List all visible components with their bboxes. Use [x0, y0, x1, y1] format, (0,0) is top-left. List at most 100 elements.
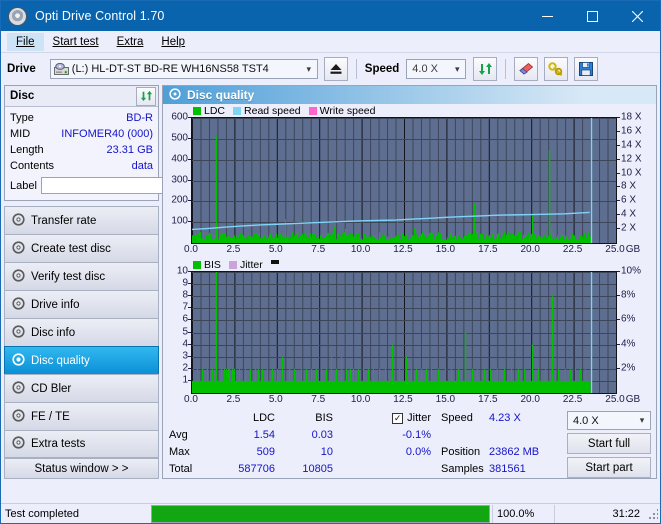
erase-button[interactable]: [514, 57, 538, 81]
status-window-button[interactable]: Status window > >: [4, 458, 159, 479]
disc-row-contents: Contents data: [10, 158, 153, 174]
jitter-checkbox[interactable]: ✓: [392, 413, 403, 424]
speed-select[interactable]: 4.0 X ▾: [406, 59, 466, 79]
sidebar-item-drive-info[interactable]: Drive info: [4, 290, 159, 318]
disc-length-value: 23.31 GB: [107, 144, 153, 156]
sidebar-item-label: Extra tests: [31, 438, 85, 450]
position-value: 23862 MB: [489, 445, 559, 460]
disc-label-key: Label: [10, 180, 37, 192]
y-tick-label: 500: [171, 132, 188, 143]
sidebar-item-disc-info[interactable]: Disc info: [4, 318, 159, 346]
disc-icon: [12, 409, 25, 425]
y-tick-label: 400: [171, 153, 188, 164]
jitter-max-value: 0.0%: [347, 445, 431, 460]
drive-value: (L:) HL-DT-ST BD-RE WH16NS58 TST4: [72, 63, 269, 75]
sidebar-item-disc-quality[interactable]: Disc quality: [4, 346, 159, 374]
maximize-button[interactable]: [570, 1, 615, 31]
disc-icon: [12, 325, 25, 341]
sidebar-item-create-test-disc[interactable]: Create test disc: [4, 234, 159, 262]
x-tick-label: 2.5: [226, 244, 240, 255]
disc-panel-title: Disc: [10, 90, 34, 102]
disc-icon: [12, 381, 25, 397]
legend-swatch-write-speed: [309, 107, 317, 115]
x-tick-label: 20.0: [520, 394, 539, 405]
y-tick-label: 300: [171, 174, 188, 185]
chevron-down-icon: ▾: [634, 415, 650, 426]
drive-toolbar: Drive (L:) HL-DT-ST BD-RE WH16NS58 TST4 …: [1, 53, 660, 85]
x-tick-label: 0.0: [184, 394, 198, 405]
elapsed-time: 31:22: [554, 505, 644, 523]
x-tick-label: 20.0: [520, 244, 539, 255]
x-tick-label: 7.5: [311, 244, 325, 255]
sidebar-item-extra-tests[interactable]: Extra tests: [4, 430, 159, 458]
drive-select[interactable]: (L:) HL-DT-ST BD-RE WH16NS58 TST4 ▾: [50, 59, 318, 79]
refresh-button[interactable]: [473, 57, 497, 81]
start-full-button[interactable]: Start full: [567, 433, 651, 454]
x-tick-label: 25.0: [605, 394, 624, 405]
ldc-chart-legend: LDC Read speed Write speed: [163, 104, 656, 117]
x-tick-label: 7.5: [311, 394, 325, 405]
close-button[interactable]: [615, 1, 660, 31]
action-column: 4.0 X ▾ Start full Start part: [567, 411, 651, 478]
disc-row-length: Length 23.31 GB: [10, 142, 153, 158]
x-tick-label: 15.0: [436, 394, 455, 405]
progress-percent: 100.0%: [492, 505, 554, 523]
stats-header-ldc: LDC: [213, 411, 275, 426]
x-tick-label: 15.0: [436, 244, 455, 255]
progress-bar: [151, 505, 490, 523]
sidebar-item-cd-bler[interactable]: CD Bler: [4, 374, 159, 402]
window-title: Opti Drive Control 1.70: [35, 9, 525, 23]
eject-button[interactable]: [324, 57, 348, 81]
disc-mid-key: MID: [10, 128, 30, 140]
menu-item-start-test[interactable]: Start test: [44, 33, 108, 51]
stats-total-ldc: 587706: [213, 462, 275, 477]
legend-label-write-speed: Write speed: [320, 105, 376, 117]
sidebar-item-verify-test-disc[interactable]: Verify test disc: [4, 262, 159, 290]
legend-label-jitter: Jitter: [240, 259, 263, 271]
menu-bar: File Start test Extra Help: [1, 31, 660, 53]
drive-icon: [54, 63, 69, 76]
legend-swatch-ldc: [193, 107, 201, 115]
sidebar-item-label: Transfer rate: [31, 215, 96, 227]
status-text: Test completed: [1, 505, 149, 523]
speed-label: Speed: [365, 63, 400, 75]
legend-swatch-jitter: [229, 261, 237, 269]
ldc-y2-axis: 2 X4 X6 X8 X10 X12 X14 X16 X18 X: [617, 117, 646, 244]
sidebar-nav: Transfer rate Create test disc Verify te…: [4, 206, 159, 458]
menu-item-file[interactable]: File: [7, 33, 44, 51]
minimize-button[interactable]: [525, 1, 570, 31]
status-window-label: Status window > >: [35, 463, 129, 475]
disc-type-value: BD-R: [126, 112, 153, 124]
jitter-marker-icon: [271, 260, 279, 264]
start-part-button[interactable]: Start part: [567, 457, 651, 478]
menu-item-help[interactable]: Help: [152, 33, 194, 51]
progress-bar-fill: [152, 506, 489, 522]
x-tick-label: 10.0: [351, 394, 370, 405]
menu-item-help-label: Help: [161, 36, 185, 48]
y2-tick-label: 16 X: [621, 125, 642, 136]
resize-grip-icon[interactable]: [646, 508, 658, 520]
save-button[interactable]: [574, 57, 598, 81]
disc-contents-key: Contents: [10, 160, 54, 172]
stats-row-label-max: Max: [169, 445, 213, 460]
test-speed-select[interactable]: 4.0 X ▾: [567, 411, 651, 430]
jitter-column: ✓ Jitter -0.1% 0.0%: [347, 411, 431, 478]
bis-plot-area: [191, 271, 617, 394]
test-speed-value: 4.0 X: [571, 415, 599, 427]
disc-panel-body: Type BD-R MID INFOMER40 (000) Length 23.…: [5, 107, 158, 200]
y2-tick-label: 8%: [621, 290, 635, 301]
disc-panel: Disc Type BD-R MID INFO: [4, 85, 159, 201]
disc-refresh-button[interactable]: [136, 87, 156, 106]
menu-item-extra[interactable]: Extra: [108, 33, 153, 51]
speed-result-value: 4.23 X: [489, 411, 559, 426]
sidebar-item-transfer-rate[interactable]: Transfer rate: [4, 206, 159, 234]
stats-row-label-total: Total: [169, 462, 213, 477]
sidebar-item-fe-te[interactable]: FE / TE: [4, 402, 159, 430]
sidebar-item-label: Verify test disc: [31, 271, 105, 283]
start-full-label: Start full: [588, 438, 630, 450]
tools-button[interactable]: [544, 57, 568, 81]
content-pane: Disc quality LDC Read speed Write speed …: [162, 85, 657, 479]
legend-label-bis: BIS: [204, 259, 221, 271]
main-area: Disc Type BD-R MID INFO: [1, 85, 660, 479]
x-tick-label: 10.0: [351, 244, 370, 255]
